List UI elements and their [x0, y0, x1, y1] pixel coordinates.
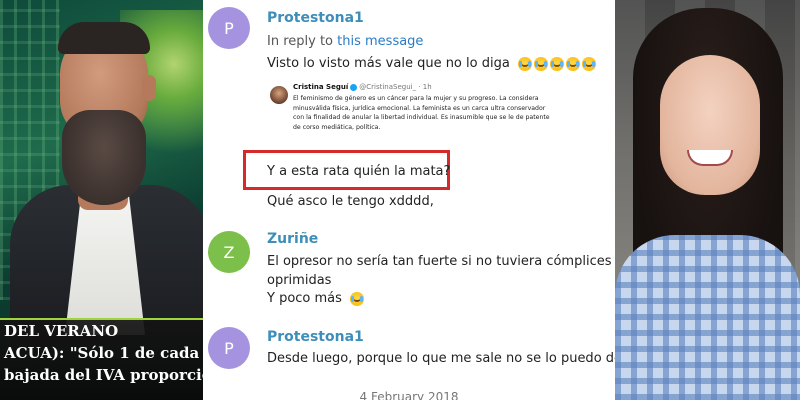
woman-plaid-shirt	[615, 235, 800, 400]
right-photo-woman	[615, 0, 800, 400]
emoji-row	[350, 291, 365, 306]
message-followup-text: Qué asco le tengo xdddd,	[267, 194, 434, 209]
tweet-author-avatar	[270, 86, 288, 104]
tweet-handle: @CristinaSegui_ · 1h	[359, 83, 432, 91]
message-author[interactable]: Protestona1	[267, 10, 364, 26]
ticker-line-1: DEL VERANO	[4, 322, 119, 340]
chat-message: P Protestona1 Desde luego, porque lo que…	[203, 325, 615, 385]
message-text-line-2: oprimidas	[267, 273, 332, 288]
message-text-content: Visto lo visto más vale que no lo diga	[267, 56, 510, 71]
emoji-row	[517, 56, 596, 71]
chat-message: P Protestona1 In reply to this message V…	[203, 0, 615, 225]
tears-of-joy-icon	[549, 56, 564, 71]
reply-link[interactable]: this message	[337, 34, 423, 49]
tweet-author: Cristina Seguí @CristinaSegui_ · 1h	[293, 83, 432, 91]
message-text-line-1: El opresor no sería tan fuerte si no tuv…	[267, 254, 615, 269]
tears-of-joy-icon	[565, 56, 580, 71]
message-author[interactable]: Zuriñe	[267, 231, 318, 247]
pensive-face-icon	[350, 291, 365, 306]
reply-context: In reply to this message	[267, 34, 423, 49]
user-avatar[interactable]: P	[208, 7, 250, 49]
message-text-line-3: Y poco más	[267, 290, 365, 308]
chat-message: Z Zuriñe El opresor no sería tan fuerte …	[203, 225, 615, 325]
left-photo-tv-presenter: DEL VERANO ACUA): "Sólo 1 de cada 3 c ba…	[0, 0, 203, 400]
message-author[interactable]: Protestona1	[267, 329, 364, 345]
user-avatar[interactable]: Z	[208, 231, 250, 273]
ticker-line-3: bajada del IVA proporciona	[4, 366, 203, 384]
presenter-beard	[62, 110, 146, 205]
tears-of-joy-icon	[533, 56, 548, 71]
date-separator: 4 February 2018	[359, 390, 459, 400]
tears-of-joy-icon	[517, 56, 532, 71]
message-text: Visto lo visto más vale que no lo diga	[267, 55, 596, 73]
reply-prefix: In reply to	[267, 34, 334, 49]
tears-of-joy-icon	[581, 56, 596, 71]
tweet-text: El feminismo de género es un cáncer para…	[293, 95, 550, 131]
presenter-ear	[142, 75, 156, 101]
message-text: Desde luego, porque lo que me sale no se…	[267, 351, 615, 366]
embedded-tweet-screenshot[interactable]: Cristina Seguí @CristinaSegui_ · 1h El fe…	[267, 80, 557, 142]
highlighted-message-text: Y a esta rata quién la mata?	[267, 164, 451, 179]
chat-panel: P Protestona1 In reply to this message V…	[203, 0, 615, 400]
woman-face	[660, 55, 760, 195]
tweet-author-name: Cristina Seguí	[293, 83, 349, 91]
message-text-content: Y poco más	[267, 291, 342, 306]
presenter-hair	[58, 22, 150, 54]
verified-badge-icon	[350, 83, 358, 91]
user-avatar[interactable]: P	[208, 327, 250, 369]
ticker-line-2: ACUA): "Sólo 1 de cada 3 c	[4, 344, 203, 362]
